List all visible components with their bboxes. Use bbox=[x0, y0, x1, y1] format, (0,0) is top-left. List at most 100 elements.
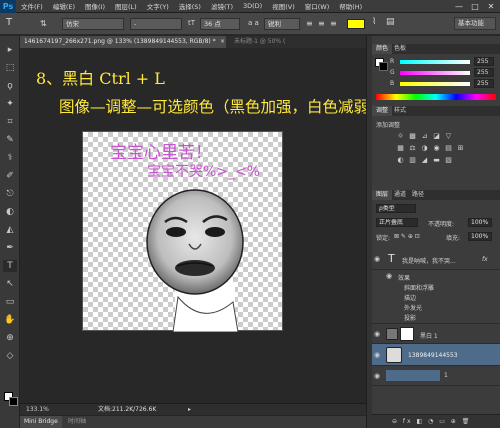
tab-timeline[interactable]: 时间轴 bbox=[64, 416, 90, 428]
layer-row-black-white[interactable]: ◉ 黑白 1 bbox=[372, 324, 500, 344]
font-family-select[interactable]: 仿宋 bbox=[62, 18, 124, 30]
document-tab-active[interactable]: 1461674197_266x271.png @ 133% (138984914… bbox=[20, 36, 226, 48]
tab-color[interactable]: 颜色 bbox=[372, 44, 393, 54]
effect-drop-shadow[interactable]: 投影 bbox=[404, 313, 416, 322]
status-menu-arrow[interactable]: ▸ bbox=[188, 404, 191, 416]
zoom-level[interactable]: 133.1% bbox=[26, 404, 49, 416]
tab-paths[interactable]: 路径 bbox=[408, 190, 428, 200]
curves-icon[interactable]: ⊿ bbox=[420, 132, 429, 140]
bw-eye-icon[interactable]: ◉ bbox=[374, 330, 384, 338]
tab-channels[interactable]: 通道 bbox=[390, 190, 410, 200]
menu-3d[interactable]: 3D(D) bbox=[238, 2, 267, 10]
type-tool-icon[interactable]: T bbox=[3, 260, 17, 272]
brush-tool-icon[interactable]: ✐ bbox=[3, 170, 17, 182]
zoom-tool-icon[interactable]: ⊕ bbox=[3, 332, 17, 344]
warp-text-icon[interactable]: ⌇ bbox=[372, 17, 376, 27]
invert-icon[interactable]: ◐ bbox=[396, 156, 405, 164]
rectangle-tool-icon[interactable]: ▭ bbox=[3, 296, 17, 308]
menu-file[interactable]: 文件(F) bbox=[16, 1, 48, 11]
tab-adjustments[interactable]: 调整 bbox=[372, 106, 393, 116]
threshold-icon[interactable]: ◢ bbox=[420, 156, 429, 164]
color-ramp[interactable] bbox=[376, 94, 496, 100]
levels-icon[interactable]: ▩ bbox=[408, 132, 417, 140]
menu-view[interactable]: 视图(V) bbox=[267, 1, 300, 11]
image-eye-icon[interactable]: ◉ bbox=[374, 351, 384, 359]
effect-bevel-emboss[interactable]: 斜面和浮雕 bbox=[404, 283, 434, 292]
crop-tool-icon[interactable]: ⌗ bbox=[3, 116, 17, 128]
color-lookup-icon[interactable]: ⊞ bbox=[456, 144, 465, 152]
menu-filter[interactable]: 滤镜(T) bbox=[206, 1, 238, 11]
menu-window[interactable]: 窗口(W) bbox=[300, 1, 335, 11]
healing-brush-tool-icon[interactable]: ⚕ bbox=[3, 152, 17, 164]
tab-layers[interactable]: 图层 bbox=[372, 190, 393, 200]
green-track[interactable] bbox=[400, 71, 470, 75]
character-panel-icon[interactable]: ▤ bbox=[386, 17, 395, 27]
eye-icon[interactable]: ◉ bbox=[374, 255, 384, 263]
background-color-swatch[interactable] bbox=[9, 397, 18, 406]
effect-stroke[interactable]: 描边 bbox=[404, 293, 416, 302]
posterize-icon[interactable]: ▥ bbox=[408, 156, 417, 164]
history-brush-tool-icon[interactable]: ◐ bbox=[3, 206, 17, 218]
font-size-select[interactable]: 36 点 bbox=[200, 18, 240, 30]
effect-outer-glow[interactable]: 外发光 bbox=[404, 303, 422, 312]
red-slider[interactable]: R 255 bbox=[390, 57, 496, 66]
layer-action-icons[interactable]: ⊖ fx ◧ ◔ ▭ ⊕ 🗑 bbox=[392, 418, 471, 425]
color-balance-icon[interactable]: ⚖ bbox=[408, 144, 417, 152]
menu-edit[interactable]: 编辑(E) bbox=[48, 1, 80, 11]
blend-mode-select[interactable]: 正片叠底 bbox=[376, 218, 418, 227]
layer-row-text[interactable]: ◉ T 我是呐喊，我不哭... fx bbox=[372, 248, 500, 270]
layer-filter-select[interactable]: ρ类型 bbox=[376, 204, 416, 213]
move-tool-icon[interactable]: ▸ bbox=[3, 44, 17, 56]
blue-track[interactable] bbox=[400, 82, 470, 86]
path-selection-tool-icon[interactable]: ↖ bbox=[3, 278, 17, 290]
lock-icons[interactable]: ⊠ ✎ ⊕ ⊡ bbox=[394, 233, 420, 240]
align-left-icon[interactable]: ≡ bbox=[306, 19, 313, 28]
pen-tool-icon[interactable]: ✒ bbox=[3, 242, 17, 254]
blue-value[interactable]: 255 bbox=[474, 79, 494, 88]
clone-stamp-tool-icon[interactable]: ⎋ bbox=[3, 188, 17, 200]
text-orientation-icon[interactable]: ⇅ bbox=[40, 19, 47, 28]
maximize-button[interactable]: □ bbox=[468, 2, 482, 12]
minimize-button[interactable]: — bbox=[452, 2, 466, 12]
black-white-icon[interactable]: ◑ bbox=[420, 144, 429, 152]
blue-slider[interactable]: B 255 bbox=[390, 79, 496, 88]
color-bg-swatch[interactable] bbox=[379, 62, 388, 71]
menu-image[interactable]: 图像(I) bbox=[80, 1, 110, 11]
tab-mini-bridge[interactable]: Mini Bridge bbox=[20, 416, 62, 428]
workspace-select[interactable]: 基本功能 bbox=[454, 17, 496, 30]
menu-help[interactable]: 帮助(H) bbox=[334, 1, 367, 11]
document-tab-inactive[interactable]: 未标题-1 @ 50% ( bbox=[230, 36, 350, 48]
menu-layer[interactable]: 图层(L) bbox=[110, 1, 142, 11]
menu-type[interactable]: 文字(Y) bbox=[142, 1, 174, 11]
text-color-swatch[interactable] bbox=[347, 19, 365, 29]
hand-tool-icon[interactable]: ✋ bbox=[3, 314, 17, 326]
effects-eye-icon[interactable]: ◉ bbox=[386, 272, 396, 280]
quick-mask-icon[interactable]: ◇ bbox=[3, 350, 17, 362]
close-button[interactable]: ✕ bbox=[484, 2, 498, 12]
red-track[interactable] bbox=[400, 60, 470, 64]
close-tab-icon[interactable]: × bbox=[220, 36, 228, 48]
brightness-icon[interactable]: ☼ bbox=[396, 132, 405, 140]
font-style-select[interactable]: - bbox=[130, 18, 182, 30]
align-center-icon[interactable]: ≡ bbox=[318, 19, 325, 28]
selective-color-icon[interactable]: ▨ bbox=[444, 156, 453, 164]
vibrance-icon[interactable]: ▽ bbox=[444, 132, 453, 140]
layer-mask-thumbnail[interactable] bbox=[400, 327, 414, 341]
red-value[interactable]: 255 bbox=[474, 57, 494, 66]
green-slider[interactable]: G 255 bbox=[390, 68, 496, 77]
photo-filter-icon[interactable]: ◉ bbox=[432, 144, 441, 152]
layer-row-bottom[interactable]: ◉ 1 bbox=[372, 366, 500, 386]
anti-alias-select[interactable]: 锐利 bbox=[264, 18, 300, 30]
marquee-tool-icon[interactable]: ⬚ bbox=[3, 62, 17, 74]
exposure-icon[interactable]: ◪ bbox=[432, 132, 441, 140]
opacity-input[interactable]: 100% bbox=[468, 218, 492, 227]
bottom-eye-icon[interactable]: ◉ bbox=[374, 372, 384, 380]
menu-select[interactable]: 选择(S) bbox=[174, 1, 206, 11]
gradient-map-icon[interactable]: ▬ bbox=[432, 156, 441, 164]
layer-row-image-selected[interactable]: ◉ 1389849144553 bbox=[372, 344, 500, 366]
tab-swatches[interactable]: 色板 bbox=[390, 44, 410, 54]
eyedropper-tool-icon[interactable]: ✎ bbox=[3, 134, 17, 146]
align-right-icon[interactable]: ≡ bbox=[330, 19, 337, 28]
hue-saturation-icon[interactable]: ▦ bbox=[396, 144, 405, 152]
green-value[interactable]: 255 bbox=[474, 68, 494, 77]
